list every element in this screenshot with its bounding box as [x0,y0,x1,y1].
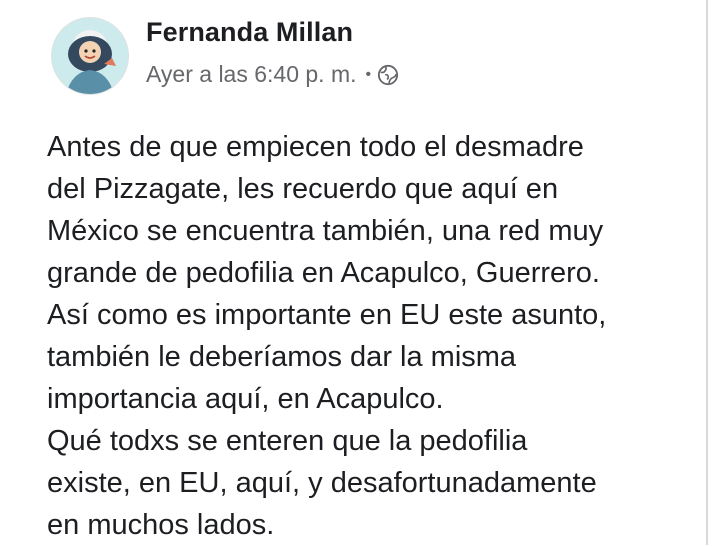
post-text-line: Antes de que empiecen todo el desmadre [47,131,584,163]
profile-avatar-icon [52,18,128,94]
post-text-line: del Pizzagate, les recuerdo que aquí en [47,173,559,205]
globe-icon[interactable] [377,64,399,86]
post-text-line: México se encuentra también, una red muy [47,215,604,247]
post-timestamp[interactable]: Ayer a las 6:40 p. m. [146,61,357,88]
post-border [706,0,708,545]
post-text-line: Qué todxs se enteren que la pedofilia [47,425,528,457]
post-text-line: Así como es importante en EU este asunto… [47,299,607,331]
post-text-line: también le deberíamos dar la misma [47,341,517,373]
post-text-line: en muchos lados. [47,509,275,541]
post-text-line: grande de pedofilia en Acapulco, Guerrer… [47,257,600,289]
post-text-line: importancia aquí, en Acapulco. [47,383,444,415]
post-meta: Ayer a las 6:40 p. m. • [146,61,399,88]
author-name[interactable]: Fernanda Millan [146,17,353,48]
post-text-line: existe, en EU, aquí, y desafortunadament… [47,467,597,499]
post-text: Antes de que empiecen todo el desmadre d… [47,126,697,546]
facebook-post: Fernanda Millan Ayer a las 6:40 p. m. • … [0,0,720,545]
avatar[interactable] [51,17,129,95]
meta-separator: • [365,65,372,83]
